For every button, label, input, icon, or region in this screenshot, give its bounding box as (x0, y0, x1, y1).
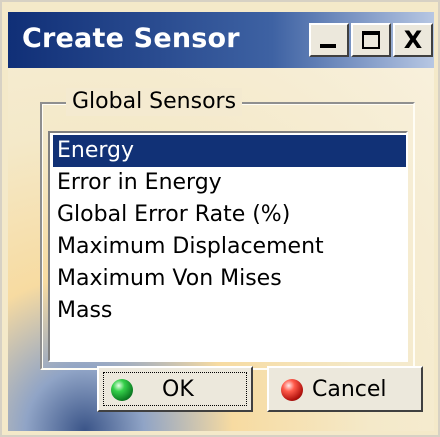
minimize-button[interactable] (309, 23, 349, 57)
group-label: Global Sensors (66, 88, 243, 116)
list-item[interactable]: Energy (53, 135, 406, 167)
list-item[interactable]: Error in Energy (53, 167, 406, 199)
maximize-icon (362, 31, 380, 49)
maximize-button[interactable] (351, 23, 391, 57)
title-bar[interactable]: Create Sensor X (8, 12, 434, 68)
create-sensor-dialog: Create Sensor X Global Sensors Energy Er… (0, 0, 440, 437)
minimize-icon (320, 44, 336, 48)
sensor-list[interactable]: Energy Error in Energy Global Error Rate… (48, 131, 408, 362)
ok-label: OK (162, 377, 194, 402)
close-button[interactable]: X (393, 23, 433, 57)
red-ball-icon (281, 379, 303, 401)
cancel-button[interactable]: Cancel (267, 366, 423, 412)
list-item[interactable]: Maximum Von Mises (53, 263, 406, 295)
list-item[interactable]: Mass (53, 295, 406, 327)
ok-button[interactable]: OK (97, 366, 253, 412)
list-item[interactable]: Global Error Rate (%) (53, 199, 406, 231)
dialog-body: Global Sensors Energy Error in Energy Gl… (8, 68, 434, 431)
close-icon: X (403, 26, 423, 54)
window-title: Create Sensor (22, 23, 240, 54)
list-item[interactable]: Maximum Displacement (53, 231, 406, 263)
green-ball-icon (111, 379, 133, 401)
cancel-label: Cancel (312, 377, 387, 402)
